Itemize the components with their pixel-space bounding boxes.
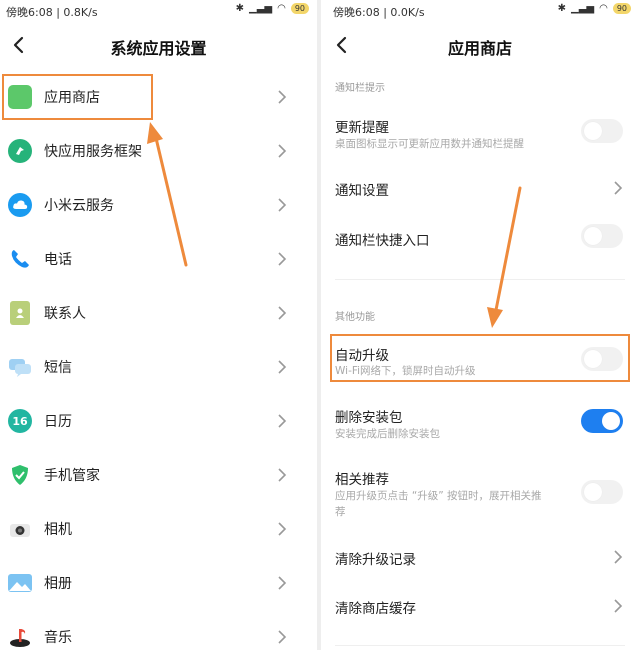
phone-icon [8,247,32,271]
sms-icon [8,355,32,379]
setting-title: 更新提醒 [335,120,389,136]
list-item-gallery[interactable]: 相册 [0,556,317,610]
delete-package-toggle[interactable] [581,409,623,433]
setting-title: 清除升级记录 [335,552,416,568]
chevron-right-icon [278,306,287,320]
highlight-box-auto-upgrade [330,334,630,382]
signal-icon: ▁▃▅ [249,3,273,14]
list-item-label: 电话 [44,252,72,268]
update-reminder-toggle[interactable] [581,119,623,143]
setting-description: 安装完成后删除安装包 [335,428,440,440]
status-time: 傍晚6:08 | 0.0K/s [333,6,425,19]
page-title: 应用商店 [447,39,512,58]
bluetooth-icon: ✱ [557,3,566,14]
wifi-icon: ◠ [277,3,286,14]
setting-notification-settings[interactable]: 通知设置 [321,168,639,208]
highlight-box-app-store [2,74,153,120]
setting-clear-store-cache[interactable]: 清除商店缓存 [321,586,639,626]
list-item-label: 相册 [44,576,72,592]
chevron-right-icon [278,576,287,590]
section-label-other: 其他功能 [335,312,375,323]
list-item-security[interactable]: 手机管家 [0,448,317,502]
list-item-label: 快应用服务框架 [44,144,142,160]
status-time: 傍晚6:08 | 0.8K/s [6,6,98,19]
related-recommendations-toggle[interactable] [581,480,623,504]
chevron-right-icon [278,144,287,158]
list-item-calendar[interactable]: 16 日历 [0,394,317,448]
list-item-phone[interactable]: 电话 [0,232,317,286]
nav-bar: 系统应用设置 [0,26,317,64]
music-icon [8,625,32,649]
camera-icon [8,517,32,541]
list-item-camera[interactable]: 相机 [0,502,317,556]
list-item-mi-cloud[interactable]: 小米云服务 [0,178,317,232]
setting-title: 清除商店缓存 [335,601,416,617]
list-item-quick-app[interactable]: 快应用服务框架 [0,124,317,178]
chevron-right-icon [614,599,623,613]
chevron-right-icon [614,181,623,195]
setting-title: 相关推荐 [335,472,389,488]
chevron-right-icon [278,90,287,104]
contacts-icon [10,301,30,325]
setting-delete-package[interactable]: 删除安装包 安装完成后删除安装包 [321,398,639,444]
security-icon [8,463,32,487]
section-label-notifications: 通知栏提示 [335,83,385,94]
calendar-icon: 16 [8,409,32,433]
list-item-label: 手机管家 [44,468,100,484]
list-item-music[interactable]: 音乐 [0,610,317,650]
battery-indicator: 90 [290,3,309,14]
nav-bar: 应用商店 [321,26,639,64]
app-store-settings-screen: 傍晚6:08 | 0.0K/s ✱ ▁▃▅ ◠ 90 应用商店 通知栏提示 更新… [321,0,639,650]
gallery-icon [8,574,32,592]
chevron-right-icon [278,414,287,428]
section-divider [335,279,625,280]
setting-related-recommendations[interactable]: 相关推荐 应用升级页点击 “升级” 按钮时，展开相关推 荐 [321,462,639,522]
chevron-right-icon [278,522,287,536]
setting-description: 应用升级页点击 “升级” 按钮时，展开相关推 [335,490,542,502]
list-item-label: 短信 [44,360,72,376]
status-bar: 傍晚6:08 | 0.8K/s ✱ ▁▃▅ ◠ 90 [0,0,317,22]
chevron-right-icon [278,360,287,374]
chevron-right-icon [278,630,287,644]
setting-description-cont: 荐 [335,506,346,518]
chevron-right-icon [278,252,287,266]
list-item-label: 联系人 [44,306,86,322]
battery-indicator: 90 [612,3,631,14]
list-item-label: 相机 [44,522,72,538]
page-title: 系统应用设置 [110,39,207,58]
bluetooth-icon: ✱ [235,3,244,14]
chevron-right-icon [278,198,287,212]
setting-title: 通知栏快捷入口 [335,233,430,249]
signal-icon: ▁▃▅ [571,3,595,14]
chevron-right-icon [278,468,287,482]
status-bar: 傍晚6:08 | 0.0K/s ✱ ▁▃▅ ◠ 90 [321,0,639,22]
setting-description: 桌面图标显示可更新应用数并通知栏提醒 [335,138,524,150]
list-item-contacts[interactable]: 联系人 [0,286,317,340]
cloud-icon [8,193,32,217]
list-item-label: 日历 [44,414,72,430]
bottom-divider [335,645,625,646]
notification-shortcut-toggle[interactable] [581,224,623,248]
system-app-settings-screen: 傍晚6:08 | 0.8K/s ✱ ▁▃▅ ◠ 90 系统应用设置 应用商店 快… [0,0,317,650]
quick-app-icon [8,139,32,163]
list-item-label: 小米云服务 [44,198,114,214]
wifi-icon: ◠ [599,3,608,14]
list-item-label: 音乐 [44,630,72,646]
setting-update-reminder[interactable]: 更新提醒 桌面图标显示可更新应用数并通知栏提醒 [321,108,639,158]
setting-title: 删除安装包 [335,410,403,426]
list-item-sms[interactable]: 短信 [0,340,317,394]
setting-notification-shortcut[interactable]: 通知栏快捷入口 [321,218,639,258]
setting-title: 通知设置 [335,183,389,199]
chevron-right-icon [614,550,623,564]
setting-clear-upgrade-history[interactable]: 清除升级记录 [321,536,639,576]
